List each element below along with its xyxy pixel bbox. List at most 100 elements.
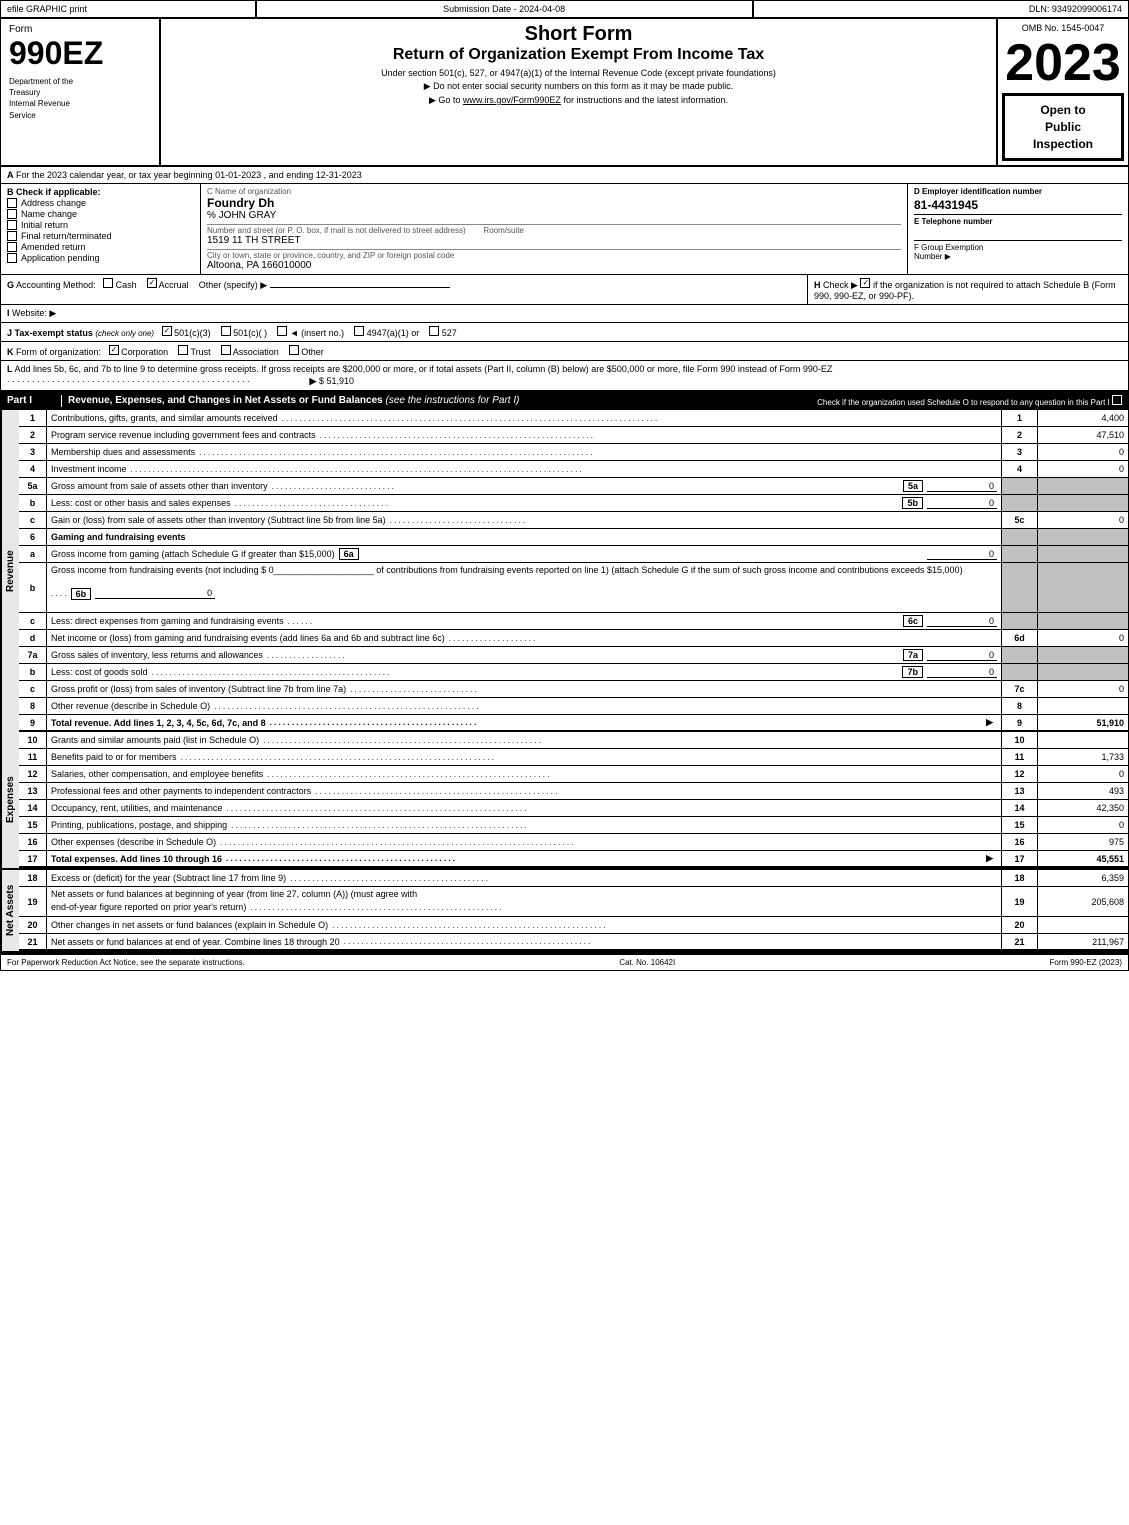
net-assets-section: Net Assets 18 Excess or (deficit) for th… (1, 870, 1128, 953)
year-block: OMB No. 1545-0047 2023 Open toPublicInsp… (998, 19, 1128, 165)
e-label: E Telephone number (914, 214, 1122, 226)
row-16-desc: Other expenses (describe in Schedule O) … (47, 834, 1002, 850)
row-21: 21 Net assets or fund balances at end of… (19, 934, 1128, 951)
row-6b-desc: Gross income from fundraising events (no… (47, 563, 1002, 612)
section-h: H Check ▶ if the organization is not req… (808, 275, 1128, 304)
section-a: A For the 2023 calendar year, or tax yea… (1, 167, 1128, 184)
check-application-pending: Application pending (7, 253, 194, 263)
row-18-val: 6,359 (1038, 870, 1128, 886)
checkbox-assoc[interactable] (221, 345, 231, 355)
row-20: 20 Other changes in net assets or fund b… (19, 917, 1128, 934)
checkbox-name-change[interactable] (7, 209, 17, 219)
row-9-line: 9 (1002, 715, 1038, 730)
inline-7a-val: 0 (927, 650, 997, 661)
form-title-block: Short Form Return of Organization Exempt… (161, 19, 998, 165)
section-l: L Add lines 5b, 6c, and 7b to line 9 to … (1, 361, 1128, 392)
row-7b-line (1002, 664, 1038, 680)
checkbox-initial-return[interactable] (7, 220, 17, 230)
form-id-block: Form 990EZ Department of the Treasury In… (1, 19, 161, 165)
row-7a-val (1038, 647, 1128, 663)
row-10-num: 10 (19, 732, 47, 748)
org-name: Foundry Dh (207, 196, 901, 210)
row-1-line: 1 (1002, 410, 1038, 426)
row-11-desc: Benefits paid to or for members . . . . … (47, 749, 1002, 765)
part1-header: Part I Revenue, Expenses, and Changes in… (1, 392, 1128, 410)
checkbox-other-k[interactable] (289, 345, 299, 355)
section-def: D Employer identification number 81-4431… (908, 184, 1128, 274)
row-7c-desc: Gross profit or (loss) from sales of inv… (47, 681, 1002, 697)
row-12-num: 12 (19, 766, 47, 782)
inline-5a-val: 0 (927, 481, 997, 492)
section-i: I Website: ▶ (1, 305, 1128, 323)
check-name-change: Name change (7, 209, 194, 219)
year: 2023 (1002, 37, 1124, 89)
part1-label: Part I (7, 395, 62, 407)
label-501c3: 501(c)(3) (174, 328, 211, 338)
top-bar: efile GRAPHIC print Submission Date - 20… (1, 1, 1128, 19)
row-8-line: 8 (1002, 698, 1038, 714)
l-text: Add lines 5b, 6c, and 7b to line 9 to de… (15, 364, 833, 374)
row-14: 14 Occupancy, rent, utilities, and maint… (19, 800, 1128, 817)
row-4-line: 4 (1002, 461, 1038, 477)
checkbox-501c[interactable] (221, 326, 231, 336)
row-6c-line (1002, 613, 1038, 629)
checkbox-address-change[interactable] (7, 198, 17, 208)
row-7a-num: 7a (19, 647, 47, 663)
row-6c-desc: Less: direct expenses from gaming and fu… (47, 613, 1002, 629)
checkbox-cash[interactable] (103, 278, 113, 288)
checkbox-501c3[interactable] (162, 326, 172, 336)
row-1-val: 4,400 (1038, 410, 1128, 426)
row-1: 1 Contributions, gifts, grants, and simi… (19, 410, 1128, 427)
label-address-change: Address change (21, 198, 86, 208)
row-21-val: 211,967 (1038, 934, 1128, 949)
section-bcd: B Check if applicable: Address change Na… (1, 184, 1128, 275)
row-5a-num: 5a (19, 478, 47, 494)
k-text: Form of organization: (16, 347, 101, 357)
row-9-desc: Total revenue. Add lines 1, 2, 3, 4, 5c,… (47, 715, 1002, 730)
e-value (914, 226, 1122, 240)
checkbox-insert[interactable] (277, 326, 287, 336)
row-19-val: 205,608 (1038, 887, 1128, 916)
l-arrow: ▶ (310, 376, 317, 386)
row-19-text: Net assets or fund balances at beginning… (51, 889, 417, 899)
checkbox-527[interactable] (429, 326, 439, 336)
check-final-return: Final return/terminated (7, 231, 194, 241)
d-label: D Employer identification number (914, 187, 1122, 196)
checkbox-corp[interactable] (109, 345, 119, 355)
row-5a-val (1038, 478, 1128, 494)
g-label: G (7, 280, 14, 290)
row-13-line: 13 (1002, 783, 1038, 799)
row-6d-desc: Net income or (loss) from gaming and fun… (47, 630, 1002, 646)
row-13-num: 13 (19, 783, 47, 799)
j-text: Tax-exempt status (15, 328, 96, 338)
row-6a-line (1002, 546, 1038, 562)
checkbox-accrual[interactable] (147, 278, 157, 288)
checkbox-trust[interactable] (178, 345, 188, 355)
row-6b-val-cell (1038, 563, 1128, 612)
row-5c-desc: Gain or (loss) from sale of assets other… (47, 512, 1002, 528)
row-2-val: 47,510 (1038, 427, 1128, 443)
checkbox-application-pending[interactable] (7, 253, 17, 263)
row-13-desc: Professional fees and other payments to … (47, 783, 1002, 799)
row-10-val (1038, 732, 1128, 748)
checkbox-schedule-o[interactable] (1112, 395, 1122, 405)
checkbox-final-return[interactable] (7, 231, 17, 241)
row-19-text2: end-of-year figure reported on prior yea… (51, 902, 246, 912)
label-name-change: Name change (21, 209, 77, 219)
row-21-line: 21 (1002, 934, 1038, 949)
row-6c-val (1038, 613, 1128, 629)
row-7b-num: b (19, 664, 47, 680)
row-7a-line (1002, 647, 1038, 663)
row-17: 17 Total expenses. Add lines 10 through … (19, 851, 1128, 868)
j-label: J (7, 328, 12, 338)
label-527: 527 (442, 328, 457, 338)
open-public-badge: Open toPublicInspection (1002, 93, 1124, 161)
checkbox-amended-return[interactable] (7, 242, 17, 252)
dept-info: Department of the Treasury Internal Reve… (9, 72, 151, 121)
expenses-section: Expenses 10 Grants and similar amounts p… (1, 732, 1128, 870)
row-6b-text1: Gross income from fundraising events (no… (51, 565, 963, 575)
label-final-return: Final return/terminated (21, 231, 112, 241)
label-application-pending: Application pending (21, 253, 100, 263)
checkbox-h[interactable] (860, 278, 870, 288)
checkbox-4947[interactable] (354, 326, 364, 336)
